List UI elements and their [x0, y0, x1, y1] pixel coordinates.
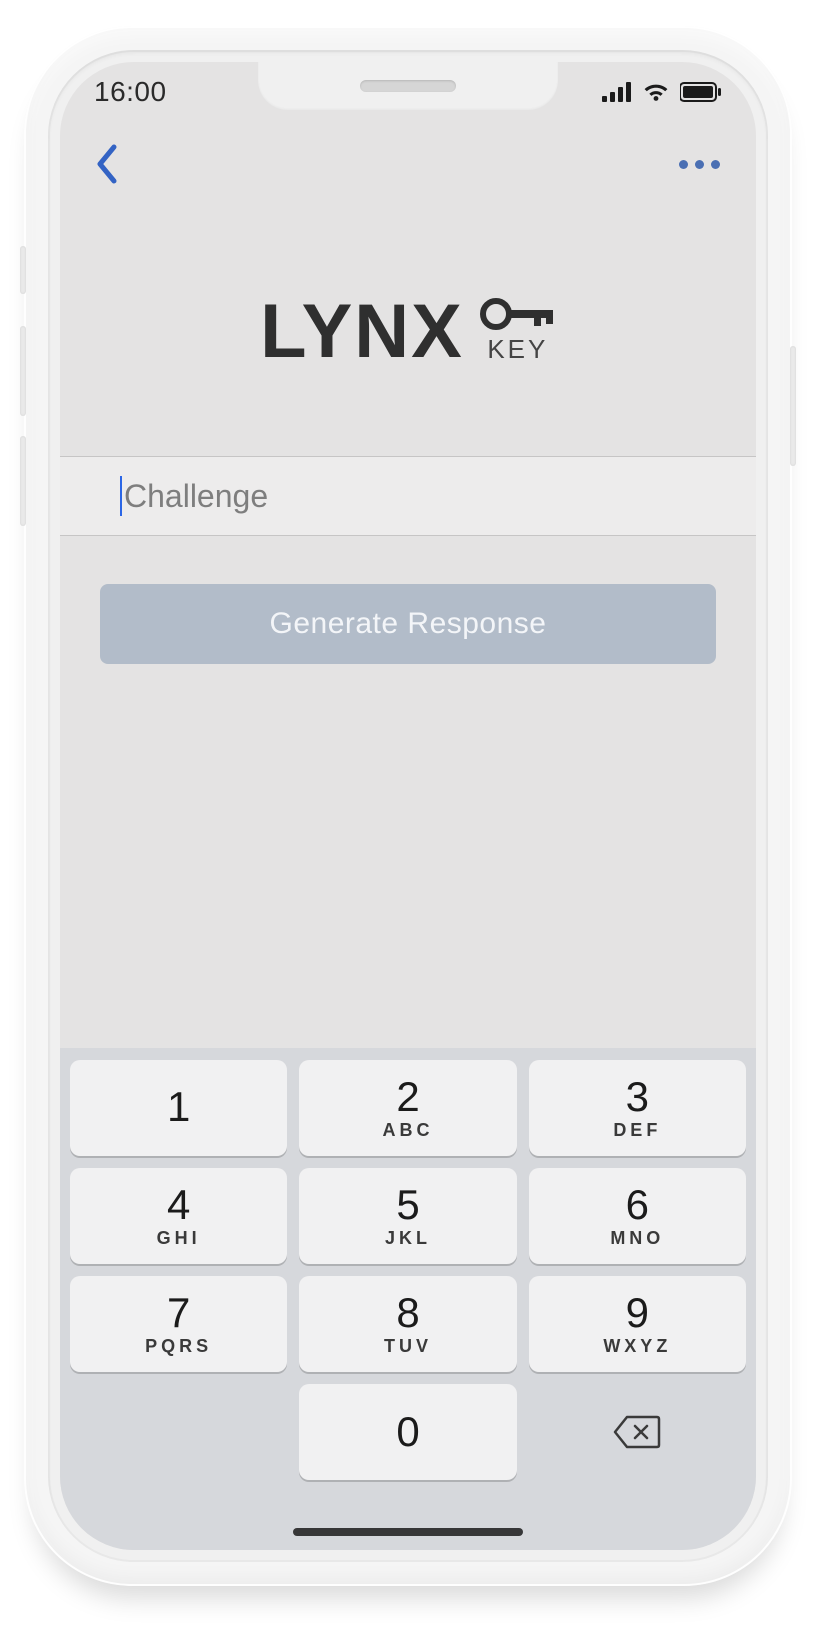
- keypad-number: 5: [396, 1184, 419, 1226]
- keypad-number: 8: [396, 1292, 419, 1334]
- keypad-number: 1: [167, 1086, 190, 1128]
- keypad-letters: GHI: [157, 1228, 201, 1249]
- speaker-slot: [360, 80, 456, 92]
- side-button: [20, 246, 26, 294]
- dot-icon: [711, 160, 720, 169]
- keypad-letters: WXYZ: [603, 1336, 671, 1357]
- app-logo: LYNX KEY: [60, 206, 756, 456]
- keypad-letters: PQRS: [145, 1336, 212, 1357]
- keypad-number: 0: [396, 1411, 419, 1453]
- keypad-6[interactable]: 6 MNO: [529, 1168, 746, 1264]
- generate-response-button[interactable]: Generate Response: [100, 584, 716, 664]
- screen: 16:00: [60, 62, 756, 1550]
- wifi-icon: [642, 82, 670, 102]
- keypad-backspace[interactable]: [529, 1384, 746, 1480]
- side-button: [20, 436, 26, 526]
- battery-icon: [680, 82, 722, 102]
- keypad-8[interactable]: 8 TUV: [299, 1276, 516, 1372]
- phone-frame: 16:00: [24, 26, 792, 1586]
- logo-text: LYNX: [260, 288, 464, 375]
- keypad-1[interactable]: 1: [70, 1060, 287, 1156]
- keypad-letters: TUV: [384, 1336, 432, 1357]
- keypad-3[interactable]: 3 DEF: [529, 1060, 746, 1156]
- keypad-number: 6: [626, 1184, 649, 1226]
- keypad-7[interactable]: 7 PQRS: [70, 1276, 287, 1372]
- nav-bar: [60, 122, 756, 206]
- dot-icon: [695, 160, 704, 169]
- keypad-letters: JKL: [385, 1228, 431, 1249]
- keypad-2[interactable]: 2 ABC: [299, 1060, 516, 1156]
- status-indicators: [602, 82, 722, 102]
- keypad-number: 3: [626, 1076, 649, 1118]
- keypad-number: 4: [167, 1184, 190, 1226]
- keypad-letters: DEF: [613, 1120, 661, 1141]
- home-indicator[interactable]: [293, 1528, 523, 1536]
- logo-subtext: KEY: [487, 334, 548, 365]
- numeric-keyboard: 1 2 ABC 3 DEF 4: [60, 1048, 756, 1550]
- keypad-9[interactable]: 9 WXYZ: [529, 1276, 746, 1372]
- keypad-0[interactable]: 0: [299, 1384, 516, 1480]
- backspace-icon: [613, 1415, 661, 1449]
- more-button[interactable]: [669, 150, 730, 179]
- keypad-number: 2: [396, 1076, 419, 1118]
- keypad-number: 7: [167, 1292, 190, 1334]
- keypad-number: 9: [626, 1292, 649, 1334]
- status-time: 16:00: [94, 76, 167, 108]
- keypad-5[interactable]: 5 JKL: [299, 1168, 516, 1264]
- keypad-letters: ABC: [382, 1120, 433, 1141]
- logo-key-mark: KEY: [480, 298, 556, 365]
- side-button: [20, 326, 26, 416]
- keypad-4[interactable]: 4 GHI: [70, 1168, 287, 1264]
- content-area: LYNX KEY Challenge: [60, 206, 756, 1550]
- keypad-letters: MNO: [610, 1228, 664, 1249]
- dot-icon: [679, 160, 688, 169]
- challenge-input[interactable]: Challenge: [60, 456, 756, 536]
- chevron-left-icon: [94, 143, 118, 185]
- back-button[interactable]: [86, 139, 126, 189]
- notch: [258, 62, 558, 110]
- challenge-placeholder: Challenge: [124, 478, 268, 515]
- key-icon: [480, 298, 556, 330]
- cellular-signal-icon: [602, 82, 632, 102]
- text-cursor: [120, 476, 122, 516]
- side-button: [790, 346, 796, 466]
